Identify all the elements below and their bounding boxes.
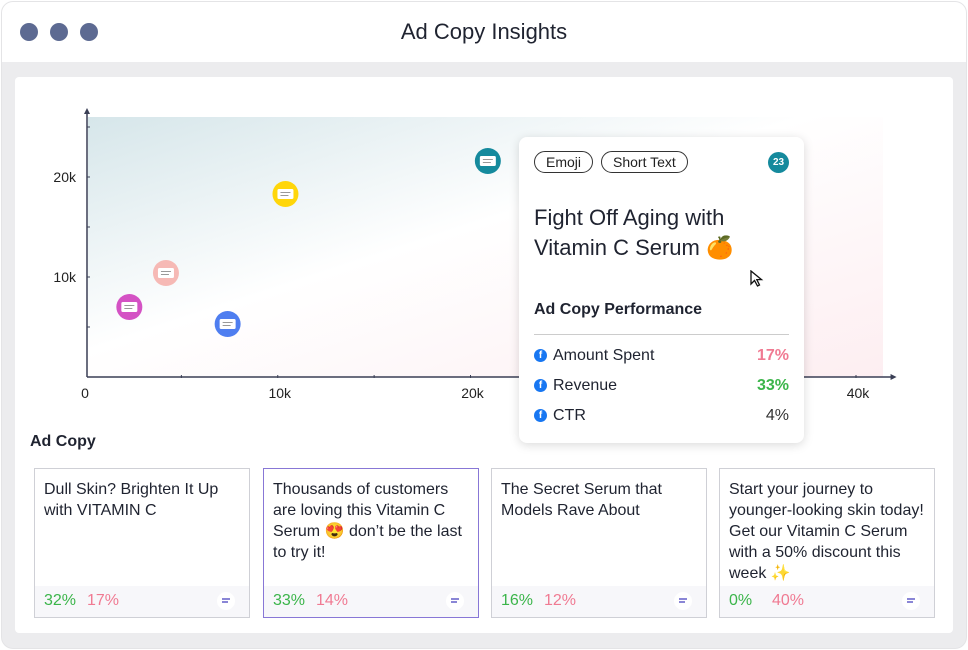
metric-value: 33% [756, 377, 789, 394]
message-icon [157, 268, 174, 278]
revenue-metric: 16% [501, 592, 534, 609]
x-tick-label: 40k [847, 385, 871, 401]
revenue-metric: 33% [273, 592, 306, 609]
y-axis-arrow [84, 108, 90, 114]
spend-metric: 40% [772, 592, 805, 609]
metric-label: Revenue [553, 377, 618, 394]
spend-metric: 12% [544, 592, 577, 609]
scatter-chart: 0 10k 20k 40k 10k 20k [53, 108, 897, 401]
message-icon [277, 189, 294, 199]
x-tick-label: 20k [461, 385, 485, 401]
text-lines-icon[interactable] [902, 592, 920, 610]
tag-emoji[interactable]: Emoji [534, 151, 594, 173]
metric-revenue: f Revenue 33% [534, 377, 789, 401]
spend-metric: 14% [316, 592, 349, 609]
revenue-metric: 32% [44, 592, 77, 609]
card-footer: 16% 12% [492, 586, 706, 617]
ad-copy-card[interactable]: Start your journey to younger-looking sk… [719, 468, 935, 618]
x-axis-arrow [890, 374, 897, 380]
ad-copy-point[interactable] [272, 181, 299, 207]
y-tick-label: 20k [53, 169, 77, 185]
metric-label: Amount Spent [553, 347, 655, 364]
message-icon [479, 156, 496, 166]
ad-copy-card[interactable]: The Secret Serum that Models Rave About … [491, 468, 707, 618]
ad-copy-tooltip: Emoji Short Text 23 Fight Off Aging with… [519, 137, 804, 443]
mouse-cursor-icon [750, 270, 764, 287]
facebook-icon: f [534, 409, 547, 423]
x-tick-label: 0 [81, 385, 89, 401]
divider [534, 334, 789, 335]
card-footer: 33% 14% [264, 586, 478, 617]
metric-amount-spent: f Amount Spent 17% [534, 347, 789, 371]
ad-copy-card[interactable]: Dull Skin? Brighten It Up with VITAMIN C… [34, 468, 250, 618]
text-lines-icon[interactable] [446, 592, 464, 610]
facebook-icon: f [534, 349, 547, 363]
tag-short-text[interactable]: Short Text [601, 151, 688, 173]
count-badge: 23 [768, 152, 789, 173]
ad-copy-text: Thousands of customers are loving this V… [273, 481, 462, 561]
metric-value: 17% [756, 347, 789, 364]
y-tick-label: 10k [53, 269, 77, 285]
ad-copy-text: The Secret Serum that Models Rave About [501, 481, 662, 519]
message-icon [219, 319, 236, 329]
performance-heading: Ad Copy Performance [534, 301, 703, 318]
spend-metric: 17% [87, 592, 120, 609]
ad-copy-point[interactable] [116, 294, 143, 320]
text-lines-icon[interactable] [674, 592, 692, 610]
metric-ctr: f CTR 4% [534, 407, 789, 431]
revenue-metric: 0% [729, 592, 753, 609]
metric-label: CTR [553, 407, 586, 424]
text-lines-icon[interactable] [217, 592, 235, 610]
tooltip-title: Fight Off Aging with Vitamin C Serum 🍊 [534, 205, 734, 260]
ad-copy-point[interactable] [214, 311, 241, 337]
ad-copy-heading: Ad Copy [30, 433, 96, 450]
x-tick-label: 10k [268, 385, 292, 401]
facebook-icon: f [534, 379, 547, 393]
ad-copy-card[interactable]: Thousands of customers are loving this V… [263, 468, 479, 618]
ad-copy-text: Dull Skin? Brighten It Up with VITAMIN C [44, 481, 219, 519]
ad-copy-point[interactable] [152, 260, 179, 286]
card-footer: 0% 40% [720, 586, 934, 617]
card-footer: 32% 17% [35, 586, 249, 617]
message-icon [121, 302, 138, 312]
ad-copy-point[interactable] [474, 148, 501, 174]
metric-value: 4% [765, 407, 789, 424]
ad-copy-text: Start your journey to younger-looking sk… [729, 481, 924, 582]
